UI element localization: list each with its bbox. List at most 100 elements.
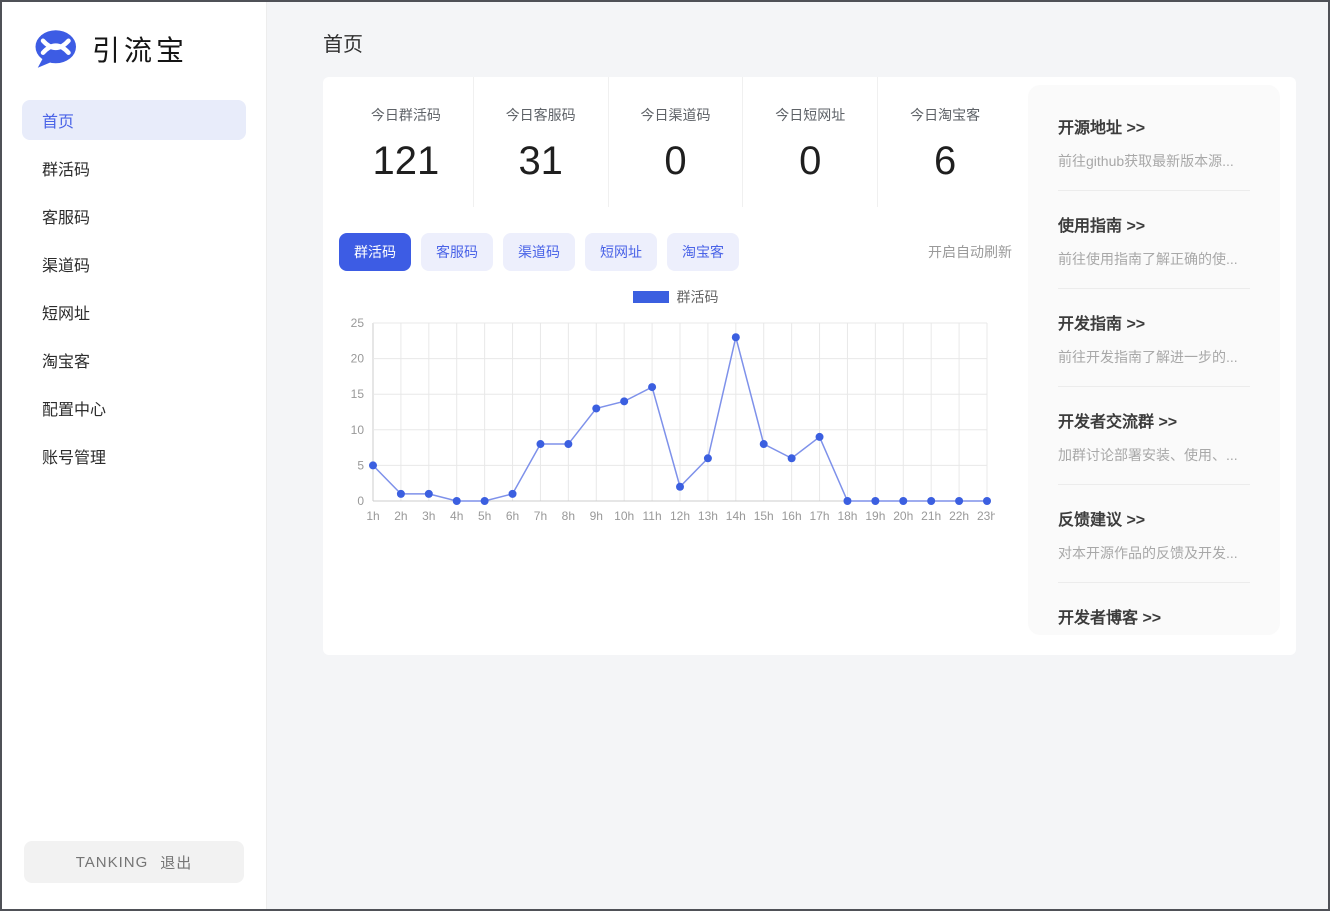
svg-text:0: 0 (357, 494, 364, 508)
stat-label: 今日客服码 (474, 105, 608, 125)
stats-row: 今日群活码 121 今日客服码 31 今日渠道码 0 今日短网址 0 (339, 77, 1012, 207)
username: TANKING (76, 854, 149, 871)
svg-text:5: 5 (357, 458, 364, 472)
svg-text:7h: 7h (534, 509, 547, 523)
link-description: 前往github获取最新版本源... (1058, 151, 1250, 171)
svg-text:6h: 6h (506, 509, 519, 523)
link-dev-group[interactable]: 开发者交流群 >> 加群讨论部署安装、使用、... (1058, 387, 1250, 485)
svg-text:14h: 14h (726, 509, 746, 523)
svg-text:3h: 3h (422, 509, 435, 523)
svg-text:10h: 10h (614, 509, 634, 523)
stat-label: 今日群活码 (339, 105, 473, 125)
svg-text:8h: 8h (562, 509, 575, 523)
svg-text:12h: 12h (670, 509, 690, 523)
link-description: 对本开源作品的反馈及开发... (1058, 543, 1250, 563)
svg-text:21h: 21h (921, 509, 941, 523)
link-dev-guide[interactable]: 开发指南 >> 前往开发指南了解进一步的... (1058, 289, 1250, 387)
sidebar-item-group-qr[interactable]: 群活码 (22, 148, 246, 188)
stat-label: 今日短网址 (743, 105, 877, 125)
stat-card-group-qr: 今日群活码 121 (339, 77, 473, 207)
line-chart-block: 群活码 0 5 10 15 20 25 1h 2h 3h 4h 5h 6h 7h 8h 9h 10h 11h 12… (339, 287, 1012, 533)
svg-text:15h: 15h (754, 509, 774, 523)
legend-swatch (633, 291, 669, 303)
svg-text:17h: 17h (810, 509, 830, 523)
svg-text:18h: 18h (837, 509, 857, 523)
svg-text:16h: 16h (782, 509, 802, 523)
stat-value: 0 (743, 139, 877, 184)
tab-short-url[interactable]: 短网址 (585, 233, 657, 271)
sidebar-item-config-center[interactable]: 配置中心 (22, 388, 246, 428)
sidebar-item-customer-service-qr[interactable]: 客服码 (22, 196, 246, 236)
sidebar-item-label: 群活码 (42, 156, 90, 180)
svg-text:20: 20 (351, 352, 365, 366)
svg-text:1h: 1h (366, 509, 379, 523)
sidebar-item-label: 首页 (42, 108, 74, 132)
page-title: 首页 (323, 28, 1296, 57)
logout-button[interactable]: TANKING 退出 (24, 841, 244, 883)
svg-text:2h: 2h (394, 509, 407, 523)
link-feedback[interactable]: 反馈建议 >> 对本开源作品的反馈及开发... (1058, 485, 1250, 583)
line-chart: 0 5 10 15 20 25 1h 2h 3h 4h 5h 6h 7h 8h 9h 10h 11h 12h 13h… (339, 309, 995, 533)
chart-tabs-row: 群活码 客服码 渠道码 短网址 淘宝客 开启自动刷新 (339, 233, 1012, 271)
chart-tab-group: 群活码 客服码 渠道码 短网址 淘宝客 (339, 233, 739, 271)
link-title: 反馈建议 >> (1058, 506, 1250, 530)
dashboard-left-section: 今日群活码 121 今日客服码 31 今日渠道码 0 今日短网址 0 (323, 77, 1028, 655)
sidebar-item-label: 客服码 (42, 204, 90, 228)
link-user-guide[interactable]: 使用指南 >> 前往使用指南了解正确的使... (1058, 191, 1250, 289)
sidebar-item-channel-qr[interactable]: 渠道码 (22, 244, 246, 284)
svg-text:5h: 5h (478, 509, 491, 523)
svg-text:15: 15 (351, 387, 365, 401)
chart-legend: 群活码 (339, 287, 1012, 307)
link-open-source[interactable]: 开源地址 >> 前往github获取最新版本源... (1058, 93, 1250, 191)
svg-text:22h: 22h (949, 509, 969, 523)
logout-label: 退出 (160, 852, 192, 873)
sidebar-item-home[interactable]: 首页 (22, 100, 246, 140)
link-title: 使用指南 >> (1058, 212, 1250, 236)
svg-text:19h: 19h (865, 509, 885, 523)
tab-taobao-affiliate[interactable]: 淘宝客 (667, 233, 739, 271)
stat-card-customer-service-qr: 今日客服码 31 (473, 77, 608, 207)
brand-logo: 引流宝 (2, 2, 266, 70)
links-panel: 开源地址 >> 前往github获取最新版本源... 使用指南 >> 前往使用指… (1028, 85, 1280, 635)
tab-group-qr[interactable]: 群活码 (339, 233, 411, 271)
sidebar-item-label: 配置中心 (42, 396, 106, 420)
link-dev-blog[interactable]: 开发者博客 >> 关注开发者的博客了解更多... (1058, 583, 1250, 635)
svg-text:13h: 13h (698, 509, 718, 523)
sidebar-item-label: 渠道码 (42, 252, 90, 276)
stat-value: 121 (339, 139, 473, 184)
brand-name: 引流宝 (92, 29, 188, 69)
dashboard-card: 今日群活码 121 今日客服码 31 今日渠道码 0 今日短网址 0 (323, 77, 1296, 655)
link-title: 开发者交流群 >> (1058, 408, 1250, 432)
main-area: 首页 今日群活码 121 今日客服码 31 今日渠道码 0 (267, 2, 1328, 909)
stat-label: 今日渠道码 (609, 105, 743, 125)
link-description: 加群讨论部署安装、使用、... (1058, 445, 1250, 465)
sidebar-item-taobao-affiliate[interactable]: 淘宝客 (22, 340, 246, 380)
svg-text:11h: 11h (643, 509, 662, 523)
stat-label: 今日淘宝客 (878, 105, 1012, 125)
stat-value: 0 (609, 139, 743, 184)
svg-text:25: 25 (351, 316, 365, 330)
svg-text:4h: 4h (450, 509, 463, 523)
sidebar-item-account-management[interactable]: 账号管理 (22, 436, 246, 476)
auto-refresh-toggle[interactable]: 开启自动刷新 (928, 242, 1012, 262)
sidebar-item-short-url[interactable]: 短网址 (22, 292, 246, 332)
tab-customer-service-qr[interactable]: 客服码 (421, 233, 493, 271)
app-window: 引流宝 首页 群活码 客服码 渠道码 短网址 淘宝客 配置中心 账号管理 TAN… (0, 0, 1330, 911)
legend-label: 群活码 (677, 287, 719, 307)
sidebar-item-label: 账号管理 (42, 444, 106, 468)
svg-text:10: 10 (351, 423, 365, 437)
sidebar-item-label: 淘宝客 (42, 348, 90, 372)
svg-text:9h: 9h (590, 509, 603, 523)
chat-bubble-double-x-icon (32, 28, 78, 70)
stat-card-short-url: 今日短网址 0 (742, 77, 877, 207)
sidebar-spacer (2, 484, 266, 841)
stat-value: 31 (474, 139, 608, 184)
stat-value: 6 (878, 139, 1012, 184)
link-title: 开发指南 >> (1058, 310, 1250, 334)
stat-card-taobao-affiliate: 今日淘宝客 6 (877, 77, 1012, 207)
link-description: 前往开发指南了解进一步的... (1058, 347, 1250, 367)
svg-text:23h: 23h (977, 509, 995, 523)
tab-channel-qr[interactable]: 渠道码 (503, 233, 575, 271)
link-title: 开发者博客 >> (1058, 604, 1250, 628)
sidebar-item-label: 短网址 (42, 300, 90, 324)
